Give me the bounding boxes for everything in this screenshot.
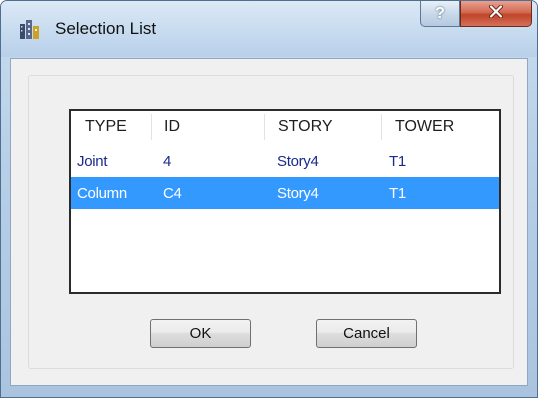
column-header-tower[interactable]: TOWER bbox=[395, 111, 454, 143]
title-bar[interactable]: Selection List ? bbox=[1, 1, 537, 57]
help-button[interactable]: ? bbox=[420, 1, 460, 27]
cell-story: Story4 bbox=[277, 152, 319, 170]
close-icon bbox=[489, 4, 503, 23]
cell-story: Story4 bbox=[277, 184, 319, 202]
close-button[interactable] bbox=[460, 1, 532, 27]
group-box: TYPE ID STORY TOWER Joint 4 Story4 T1 Co… bbox=[28, 75, 514, 369]
table-row[interactable]: Joint 4 Story4 T1 bbox=[71, 145, 499, 177]
column-divider[interactable] bbox=[151, 114, 152, 140]
selection-list-dialog: Selection List ? TYPE ID STORY TOWER Joi… bbox=[0, 0, 538, 398]
cell-tower: T1 bbox=[389, 184, 406, 202]
cell-tower: T1 bbox=[389, 152, 406, 170]
column-divider[interactable] bbox=[264, 114, 265, 140]
ok-button[interactable]: OK bbox=[150, 319, 251, 348]
column-header-type[interactable]: TYPE bbox=[85, 111, 127, 143]
table-row-selected[interactable]: Column C4 Story4 T1 bbox=[71, 177, 499, 209]
column-header-story[interactable]: STORY bbox=[278, 111, 333, 143]
cancel-button[interactable]: Cancel bbox=[316, 319, 417, 348]
cell-id: 4 bbox=[163, 152, 172, 170]
cell-id: C4 bbox=[163, 184, 182, 202]
dialog-client-area: TYPE ID STORY TOWER Joint 4 Story4 T1 Co… bbox=[10, 58, 528, 386]
selection-list-view[interactable]: TYPE ID STORY TOWER Joint 4 Story4 T1 Co… bbox=[69, 109, 501, 294]
column-header-id[interactable]: ID bbox=[164, 111, 180, 143]
building-icon bbox=[19, 18, 41, 40]
cell-type: Column bbox=[77, 184, 127, 202]
cell-type: Joint bbox=[77, 152, 108, 170]
column-divider[interactable] bbox=[381, 114, 382, 140]
help-icon: ? bbox=[435, 4, 445, 22]
list-header: TYPE ID STORY TOWER bbox=[71, 111, 499, 143]
window-title: Selection List bbox=[55, 19, 157, 38]
